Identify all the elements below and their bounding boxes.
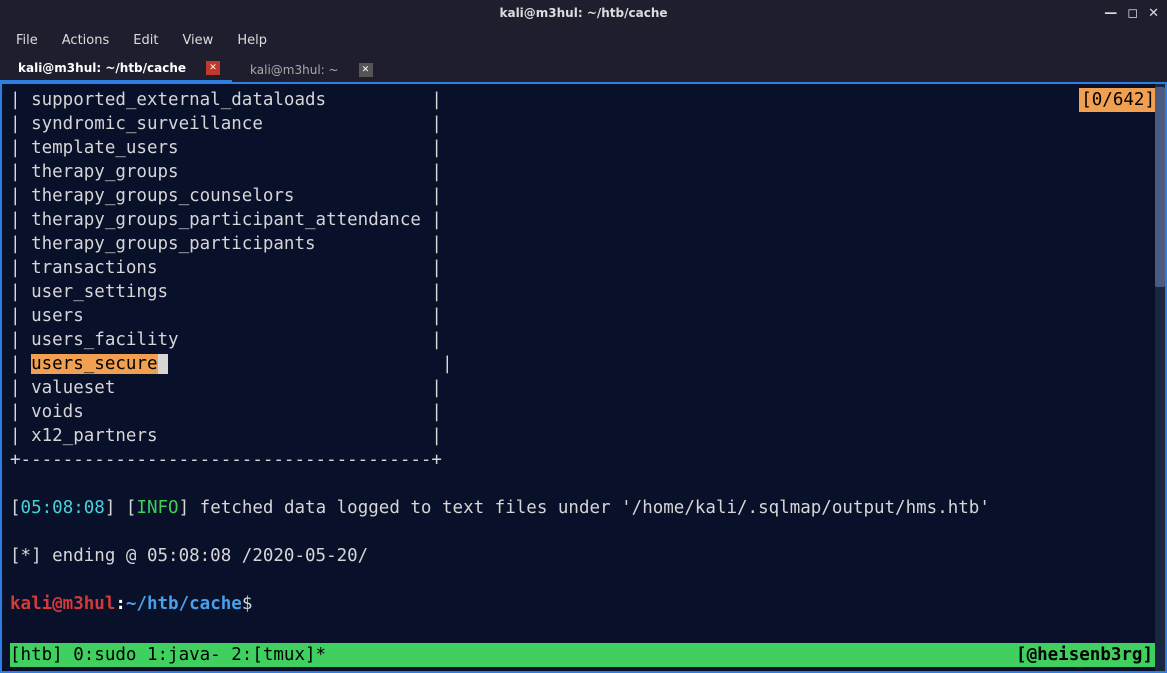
menu-view[interactable]: View (182, 33, 213, 48)
status-left: [htb] 0:sudo 1:java- 2:[tmux]* (10, 643, 326, 667)
menu-actions[interactable]: Actions (62, 33, 110, 48)
menubar: File Actions Edit View Help (0, 26, 1167, 54)
menu-file[interactable]: File (16, 33, 38, 48)
close-icon[interactable]: ✕ (1148, 6, 1159, 21)
tab-close-icon[interactable]: ✕ (206, 61, 220, 75)
window-title: kali@m3hul: ~/htb/cache (499, 6, 667, 20)
tab-label: kali@m3hul: ~/htb/cache (18, 61, 186, 75)
tabbar: kali@m3hul: ~/htb/cache ✕ kali@m3hul: ~ … (0, 54, 1167, 82)
window-titlebar: kali@m3hul: ~/htb/cache — ◻ ✕ (0, 0, 1167, 26)
tab-home[interactable]: kali@m3hul: ~ ✕ (232, 58, 385, 82)
menu-help[interactable]: Help (237, 33, 267, 48)
scrollbar[interactable] (1155, 84, 1165, 671)
scrollbar-thumb[interactable] (1155, 87, 1165, 287)
tab-cache[interactable]: kali@m3hul: ~/htb/cache ✕ (0, 56, 232, 82)
terminal[interactable]: [0/642] | supported_external_dataloads |… (0, 82, 1167, 673)
tab-label: kali@m3hul: ~ (250, 63, 339, 77)
maximize-icon[interactable]: ◻ (1127, 6, 1138, 21)
tab-close-icon[interactable]: ✕ (359, 63, 373, 77)
search-counter: [0/642] (1079, 88, 1157, 112)
status-right: [@heisenb3rg] (1016, 643, 1153, 667)
menu-edit[interactable]: Edit (133, 33, 158, 48)
tmux-statusbar: [htb] 0:sudo 1:java- 2:[tmux]* [@heisenb… (10, 643, 1157, 667)
minimize-icon[interactable]: — (1104, 6, 1117, 21)
